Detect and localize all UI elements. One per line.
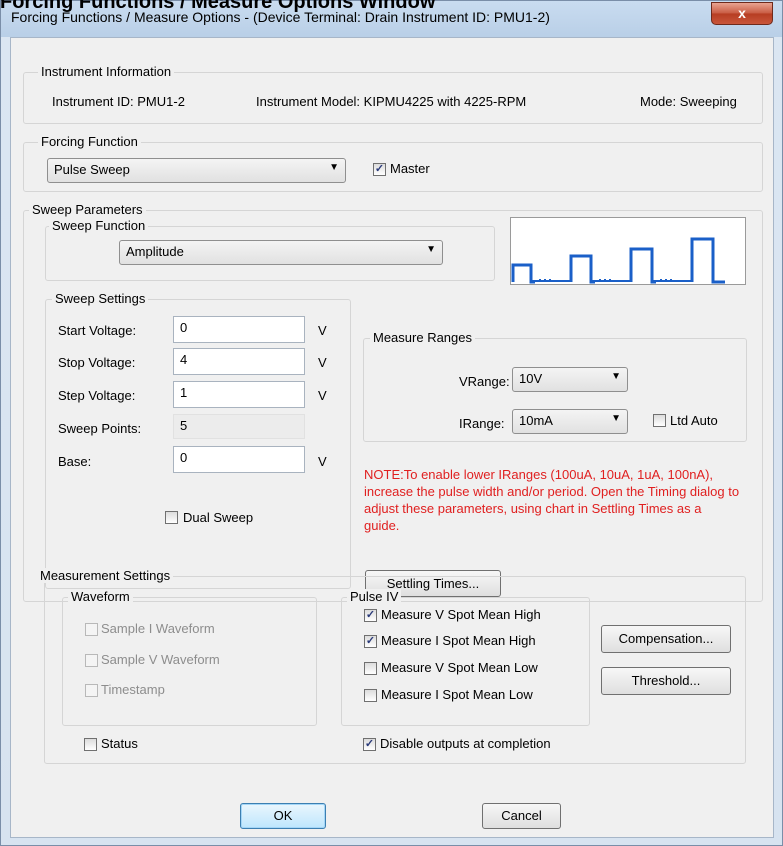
measure-ranges-group: Measure Ranges VRange: 10V ▼ IRange: 10m… [363,330,747,442]
pulse-train-icon [511,237,725,284]
chevron-down-icon: ▼ [611,413,621,424]
chevron-down-icon: ▼ [329,162,339,173]
stop-voltage-label: Stop Voltage: [58,355,136,370]
ltd-auto-label: Ltd Auto [670,413,718,428]
pulse-iv-label: Pulse IV [347,589,402,604]
instrument-info-group: Instrument Information Instrument ID: PM… [23,64,763,124]
sample-i-waveform-checkbox[interactable] [85,623,98,636]
measure-i-high-checkbox[interactable]: ✓ [364,635,377,648]
ltd-auto-checkbox[interactable] [653,414,666,427]
dialog-client-area: Instrument Information Instrument ID: PM… [10,37,774,838]
pulse-preview-image [510,217,746,285]
stop-voltage-input[interactable]: 4 [173,348,305,375]
forcing-function-value: Pulse Sweep [54,162,130,177]
sample-i-waveform-label: Sample I Waveform [101,621,215,636]
measure-i-low-checkbox[interactable] [364,689,377,702]
step-voltage-unit: V [318,388,327,403]
sweep-parameters-group: Sweep Parameters Sweep Function Amplitud… [23,202,763,602]
sweep-points-label: Sweep Points: [58,421,142,436]
measure-v-low-checkbox[interactable] [364,662,377,675]
sweep-function-label: Sweep Function [49,218,149,233]
dual-sweep-checkbox[interactable] [165,511,178,524]
timestamp-label: Timestamp [101,682,165,697]
ok-button[interactable]: OK [240,803,326,829]
sweep-function-select[interactable]: Amplitude ▼ [119,240,443,265]
start-voltage-unit: V [318,323,327,338]
sweep-function-value: Amplitude [126,244,184,259]
start-voltage-label: Start Voltage: [58,323,137,338]
base-input[interactable]: 0 [173,446,305,473]
cancel-button[interactable]: Cancel [482,803,561,829]
irange-note: NOTE:To enable lower IRanges (100uA, 10u… [364,467,740,533]
waveform-group: Waveform Sample I Waveform Sample V Wave… [62,589,317,726]
master-label: Master [390,161,430,176]
vrange-value: 10V [519,371,543,386]
irange-value: 10mA [519,413,553,428]
threshold-button[interactable]: Threshold... [601,667,731,695]
chevron-down-icon: ▼ [426,244,436,255]
vrange-select[interactable]: 10V ▼ [512,367,628,392]
master-checkbox[interactable]: ✓ [373,163,386,176]
sample-v-waveform-label: Sample V Waveform [101,652,220,667]
sample-v-waveform-checkbox[interactable] [85,654,98,667]
instrument-info-label: Instrument Information [38,64,175,79]
compensation-button[interactable]: Compensation... [601,625,731,653]
step-voltage-input[interactable]: 1 [173,381,305,408]
disable-outputs-label: Disable outputs at completion [380,736,551,751]
stop-voltage-unit: V [318,355,327,370]
instrument-model: Instrument Model: KIPMU4225 with 4225-RP… [256,94,527,109]
page-header: Forcing Functions / Measure Options Wind… [0,0,436,13]
measure-v-high-label: Measure V Spot Mean High [381,607,541,622]
measure-v-low-label: Measure V Spot Mean Low [381,660,538,675]
base-label: Base: [58,454,92,469]
base-unit: V [318,454,327,469]
forcing-function-group: Forcing Function Pulse Sweep ▼ ✓ Master [23,134,763,192]
forcing-function-select[interactable]: Pulse Sweep ▼ [47,158,346,183]
vrange-label: VRange: [459,374,510,389]
step-voltage-label: Step Voltage: [58,388,136,403]
instrument-id: Instrument ID: PMU1-2 [52,94,185,109]
sweep-function-group: Sweep Function Amplitude ▼ [45,218,495,281]
measure-ranges-label: Measure Ranges [370,330,475,345]
dialog-window: Forcing Functions / Measure Options - (D… [0,0,783,846]
measure-i-high-label: Measure I Spot Mean High [381,633,536,648]
timestamp-checkbox[interactable] [85,684,98,697]
measurement-settings-group: Measurement Settings Waveform Sample I W… [37,568,746,764]
status-label: Status [101,736,138,751]
instrument-mode: Mode: Sweeping [640,94,737,109]
chevron-down-icon: ▼ [611,371,621,382]
irange-label: IRange: [459,416,505,431]
waveform-label: Waveform [68,589,133,604]
measure-i-low-label: Measure I Spot Mean Low [381,687,533,702]
start-voltage-input[interactable]: 0 [173,316,305,343]
measurement-settings-label: Measurement Settings [37,568,174,583]
pulse-iv-group: Pulse IV ✓ Measure V Spot Mean High ✓ Me… [341,589,590,726]
irange-select[interactable]: 10mA ▼ [512,409,628,434]
sweep-points-value: 5 [173,414,305,439]
close-button[interactable]: x [711,2,773,25]
forcing-function-label: Forcing Function [38,134,141,149]
sweep-settings-group: Sweep Settings Start Voltage: 0 V Stop V… [45,291,351,589]
status-checkbox[interactable] [84,738,97,751]
disable-outputs-checkbox[interactable]: ✓ [363,738,376,751]
dual-sweep-label: Dual Sweep [183,510,254,525]
measure-v-high-checkbox[interactable]: ✓ [364,609,377,622]
sweep-parameters-label: Sweep Parameters [29,202,146,217]
sweep-settings-label: Sweep Settings [52,291,149,306]
